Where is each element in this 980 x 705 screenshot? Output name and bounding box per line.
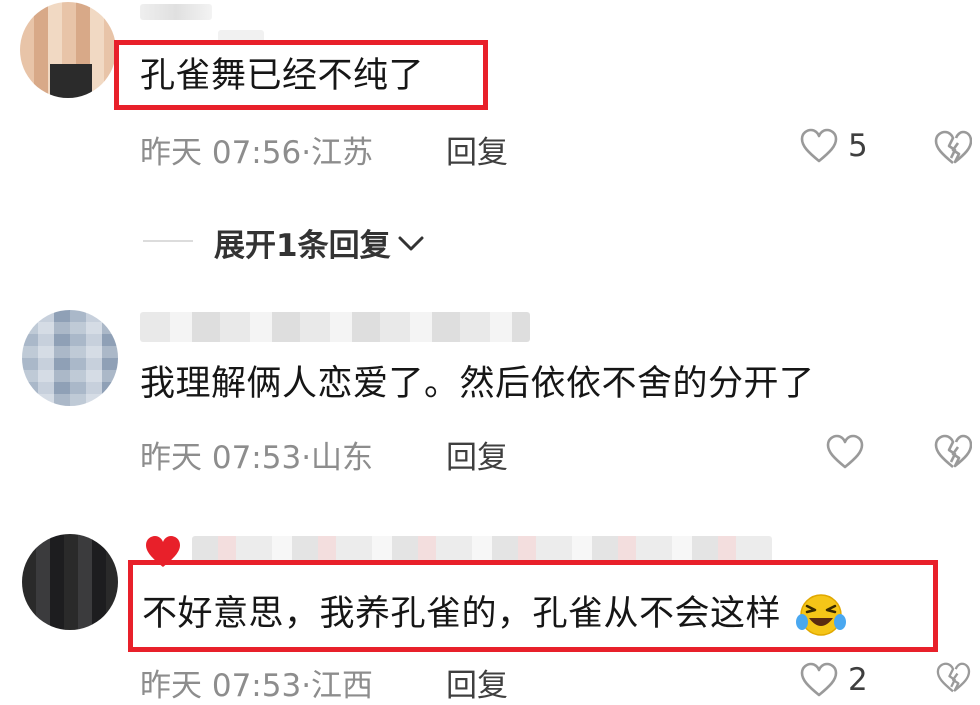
heart-outline-icon bbox=[800, 128, 838, 164]
avatar[interactable] bbox=[22, 534, 118, 630]
comment-meta: 昨天 07:53·山东 bbox=[140, 440, 374, 476]
like-count: 5 bbox=[848, 128, 868, 164]
username-blurred[interactable] bbox=[140, 4, 212, 20]
comment-text: 我理解俩人恋爱了。然后依依不舍的分开了 bbox=[140, 364, 815, 404]
heart-outline-icon bbox=[826, 434, 864, 470]
username-blurred[interactable] bbox=[140, 312, 530, 342]
comment-meta: 昨天 07:56·江苏 bbox=[140, 135, 374, 171]
comment-text: 孔雀舞已经不纯了 bbox=[140, 56, 425, 96]
broken-heart-icon[interactable] bbox=[934, 662, 972, 694]
broken-heart-icon[interactable] bbox=[934, 130, 972, 166]
like-button[interactable]: 5 bbox=[800, 128, 868, 164]
like-count: 2 bbox=[848, 662, 868, 698]
expand-replies-label: 展开1条回复 bbox=[214, 228, 391, 264]
like-button[interactable] bbox=[826, 434, 874, 470]
chevron-down-icon bbox=[397, 233, 425, 253]
avatar[interactable] bbox=[20, 2, 116, 98]
avatar[interactable] bbox=[22, 310, 118, 406]
reply-button[interactable]: 回复 bbox=[446, 660, 508, 705]
comment-text: 不好意思，我养孔雀的，孔雀从不会这样 bbox=[142, 592, 847, 638]
expand-replies-button[interactable]: 展开1条回复 bbox=[214, 220, 425, 265]
like-button[interactable]: 2 bbox=[800, 662, 868, 698]
reply-button[interactable]: 回复 bbox=[446, 127, 508, 172]
divider bbox=[143, 240, 193, 242]
broken-heart-icon[interactable] bbox=[934, 434, 972, 470]
heart-outline-icon bbox=[800, 662, 838, 698]
reply-button[interactable]: 回复 bbox=[446, 432, 508, 477]
comment-text-content: 不好意思，我养孔雀的，孔雀从不会这样 bbox=[142, 594, 782, 634]
comment-meta: 昨天 07:53·江西 bbox=[140, 668, 374, 704]
rofl-emoji-icon bbox=[795, 592, 847, 638]
